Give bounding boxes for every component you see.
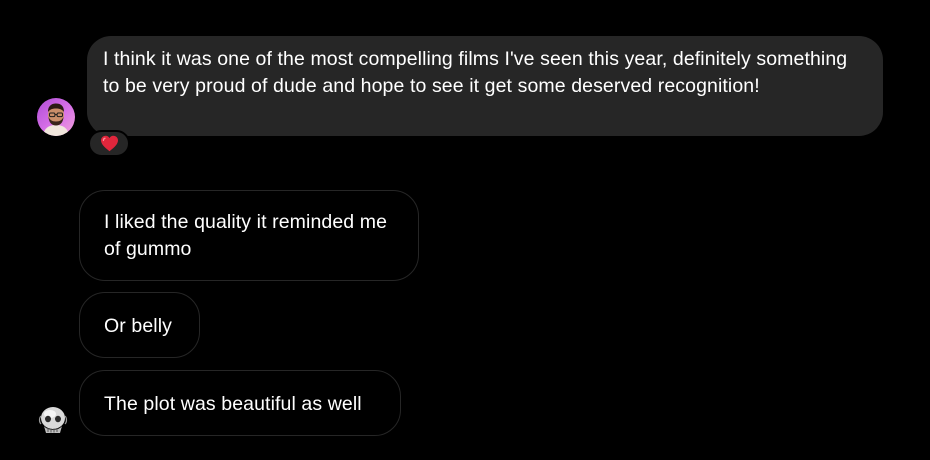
incoming-message-bubble[interactable]: I think it was one of the most compellin… [87, 36, 883, 136]
message-text: Or belly [104, 315, 172, 337]
message-text: The plot was beautiful as well [104, 393, 362, 415]
profile-photo-icon [36, 402, 70, 436]
message-thread: I think it was one of the most compellin… [0, 0, 930, 460]
heart-icon [100, 135, 119, 152]
sender-avatar[interactable] [37, 98, 75, 136]
outgoing-message-bubble[interactable]: Or belly [79, 292, 200, 358]
message-reaction[interactable] [88, 130, 130, 157]
outgoing-message-bubble[interactable]: I liked the quality it reminded me of gu… [79, 190, 419, 281]
profile-photo-icon [37, 98, 75, 136]
outgoing-message-bubble[interactable]: The plot was beautiful as well [79, 370, 401, 436]
message-text: I think it was one of the most compellin… [103, 48, 848, 97]
message-text: I liked the quality it reminded me of gu… [104, 211, 388, 260]
sender-avatar[interactable] [36, 402, 70, 436]
